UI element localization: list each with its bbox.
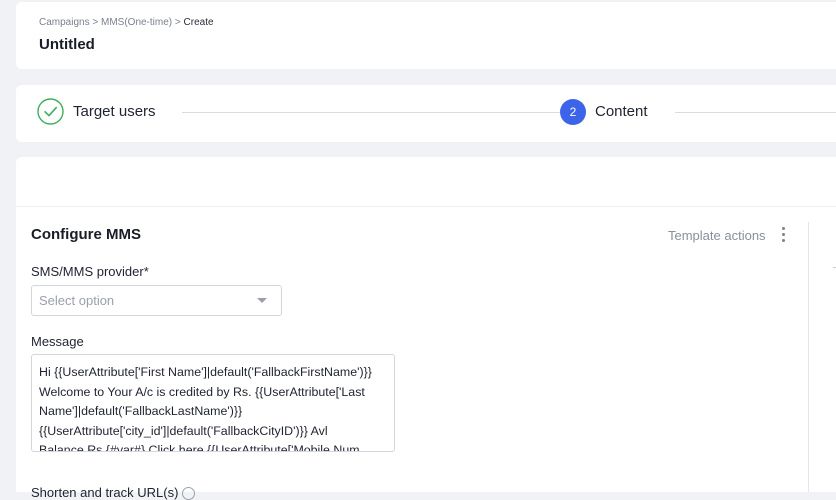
divider [16, 206, 836, 207]
stepper: Target users 2 Content [16, 85, 836, 142]
provider-placeholder: Select option [39, 293, 115, 308]
section-title: Configure MMS [31, 226, 141, 243]
breadcrumb-current: Create [183, 17, 214, 28]
short-url-text: Shorten and track URL(s) [31, 485, 179, 500]
provider-label: SMS/MMS provider* [31, 264, 149, 279]
page-title[interactable]: Untitled [39, 36, 95, 53]
caret-down-icon [257, 298, 267, 303]
message-label: Message [31, 334, 84, 349]
breadcrumb: Campaigns > MMS(One-time) > Create [39, 17, 214, 28]
breadcrumb-separator: > [92, 17, 99, 28]
header-card: Campaigns > MMS(One-time) > Create Untit… [16, 2, 836, 69]
content-card: Configure MMS Template actions SMS/MMS p… [16, 157, 836, 500]
step-target-users[interactable]: Target users [73, 103, 156, 120]
info-icon[interactable] [182, 487, 196, 500]
short-url-label: Shorten and track URL(s) [31, 485, 196, 500]
message-line: Balance Rs {#var#} Click here {{UserAttr… [39, 443, 370, 452]
step-content[interactable]: Content [595, 103, 648, 120]
step-number-badge: 2 [560, 99, 586, 125]
message-textarea[interactable]: Hi {{UserAttribute['First Name']|default… [31, 354, 395, 452]
message-line: Name']|default('FallbackLastName')}} [39, 404, 243, 418]
kebab-menu-icon[interactable] [780, 225, 786, 243]
template-actions-button[interactable]: Template actions [668, 228, 766, 243]
divider [808, 222, 809, 492]
breadcrumb-campaigns[interactable]: Campaigns [39, 17, 90, 28]
step-connector [675, 112, 836, 113]
provider-select[interactable]: Select option [31, 285, 282, 316]
check-circle-icon [37, 98, 64, 125]
breadcrumb-mms[interactable]: MMS(One-time) [101, 17, 172, 28]
breadcrumb-separator: > [174, 17, 181, 28]
message-line: Welcome to Your A/c is credited by Rs. {… [39, 384, 365, 399]
message-line: {{UserAttribute['city_id']|default('Fall… [39, 423, 328, 438]
step-connector [182, 112, 560, 113]
message-line: Hi {{UserAttribute['First Name']|default… [39, 365, 372, 379]
